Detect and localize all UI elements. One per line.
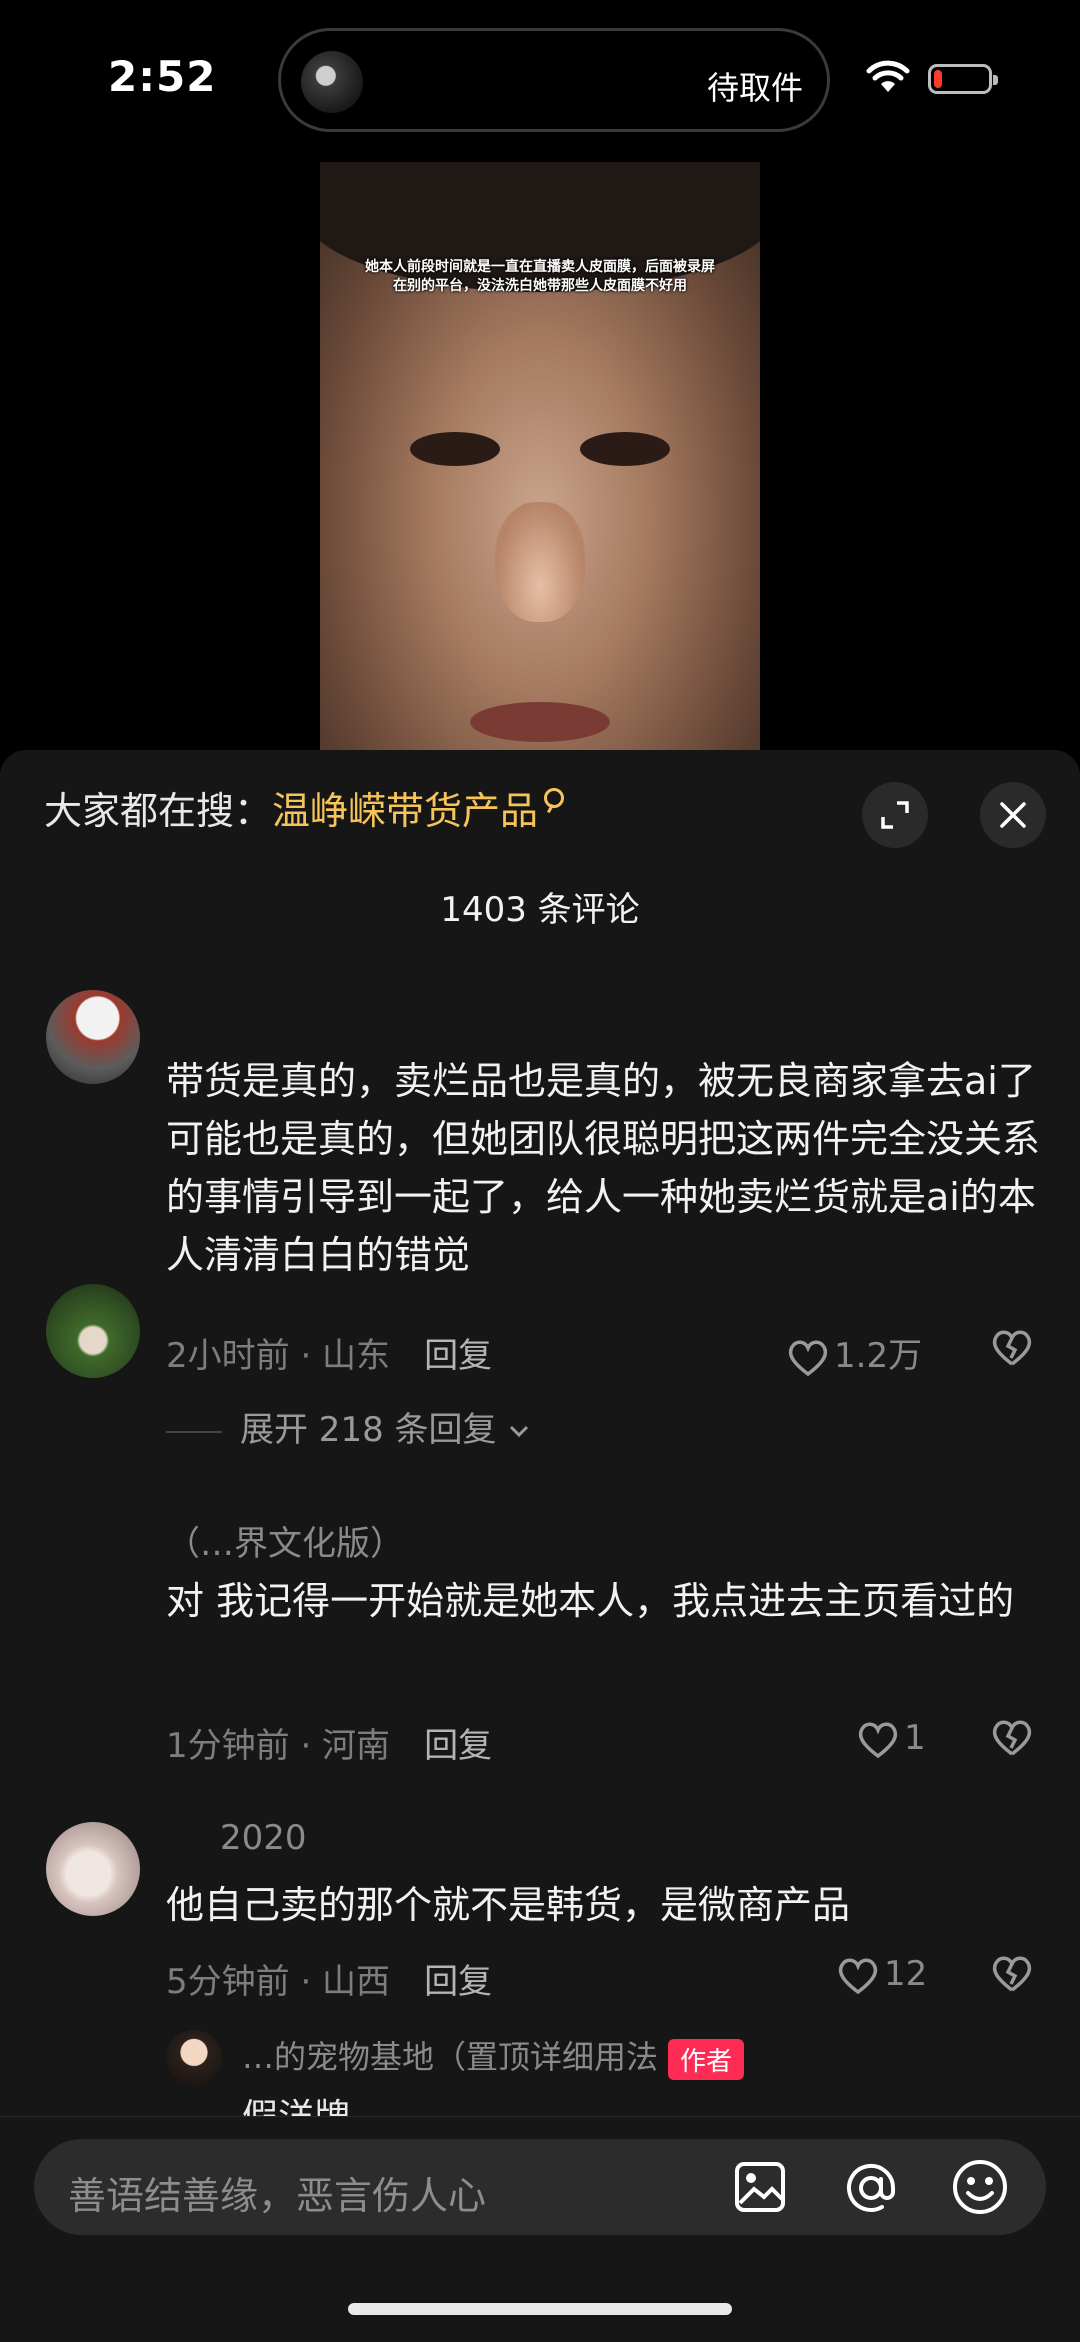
broken-heart-icon[interactable] — [990, 1328, 1034, 1368]
author-badge: 作者 — [668, 2038, 745, 2080]
like-button[interactable]: 12 — [836, 1954, 927, 1996]
video-eye-right — [580, 432, 670, 466]
expand-replies-button[interactable]: 展开 218 条回复 — [166, 1402, 531, 1451]
comment-time-location: 2小时前 · 山东 — [166, 1336, 391, 1376]
video-nose — [495, 502, 585, 622]
video-eye-left — [410, 432, 500, 466]
like-count: 1.2万 — [834, 1336, 923, 1376]
like-count: 12 — [884, 1954, 928, 1994]
close-button[interactable] — [980, 782, 1046, 848]
avatar[interactable] — [46, 990, 140, 1084]
sub-reply-username[interactable]: …的宠物基地（置顶详细用法 作者 — [242, 2032, 745, 2080]
close-icon — [1000, 802, 1026, 828]
search-prefix: 大家都在搜： — [44, 789, 273, 833]
chevron-down-icon — [510, 1425, 529, 1438]
video-player[interactable]: 她本人前段时间就是一直在直播卖人皮面膜，后面被录屏在别的平台，没法洗白她带那些人… — [320, 162, 760, 752]
comment-count: 1403 条评论 — [440, 890, 640, 930]
comment-input-placeholder: 善语结善缘，恶言伤人心 — [68, 2174, 487, 2218]
like-button[interactable]: 1.2万 — [786, 1328, 922, 1378]
comment-time-location: 1分钟前 · 河南 — [166, 1726, 391, 1766]
comment-username[interactable]: 2020 — [220, 1818, 307, 1858]
emoji-icon[interactable] — [950, 2157, 1010, 2217]
reply-button[interactable]: 回复 — [424, 1726, 492, 1766]
avatar[interactable] — [46, 1284, 140, 1378]
comment-text: 带货是真的，卖烂品也是真的，被无良商家拿去ai了可能也是真的，但她团队很聪明把这… — [166, 1059, 1041, 1277]
comment-text: 对 我记得一开始就是她本人，我点进去主页看过的 — [166, 1579, 1015, 1623]
at-icon[interactable] — [842, 2159, 900, 2217]
island-avatar — [301, 51, 363, 113]
comments-sheet: 大家都在搜：温峥嵘带货产品 1403 条评论 带货是真的，卖烂品也是真的，被无良… — [0, 750, 1080, 2341]
reply-button[interactable]: 回复 — [424, 1962, 492, 2002]
heart-icon — [858, 1722, 898, 1758]
sub-reply-avatar[interactable] — [166, 2030, 222, 2086]
expand-icon — [881, 801, 909, 829]
image-icon[interactable] — [734, 2161, 786, 2213]
comment-meta: 2小时前 · 山东 回复 — [166, 1328, 492, 1377]
search-term[interactable]: 温峥嵘带货产品 — [272, 789, 538, 833]
video-mouth — [470, 702, 610, 742]
heart-icon — [838, 1958, 878, 1994]
status-time: 2:52 — [108, 52, 217, 101]
battery-level — [934, 70, 942, 88]
heart-icon — [788, 1340, 828, 1376]
wifi-icon — [866, 60, 910, 92]
comment-username[interactable]: （…界文化版） — [166, 1516, 404, 1565]
reply-button[interactable]: 回复 — [424, 1336, 492, 1376]
search-icon — [544, 788, 565, 808]
expand-button[interactable] — [862, 782, 928, 848]
comment-meta: 1分钟前 · 河南 回复 — [166, 1718, 492, 1767]
comment-time-location: 5分钟前 · 山西 — [166, 1962, 391, 2002]
expand-replies-label: 展开 218 条回复 — [240, 1410, 497, 1450]
sub-reply-name: …的宠物基地（置顶详细用法 — [242, 2038, 659, 2076]
broken-heart-icon[interactable] — [990, 1718, 1034, 1758]
broken-heart-icon[interactable] — [990, 1954, 1034, 1994]
like-count: 1 — [904, 1718, 926, 1758]
home-indicator[interactable] — [348, 2303, 732, 2315]
dynamic-island[interactable]: 待取件 — [278, 28, 830, 132]
battery-icon — [928, 64, 998, 94]
video-caption: 她本人前段时间就是一直在直播卖人皮面膜，后面被录屏在别的平台，没法洗白她带那些人… — [365, 259, 715, 294]
comment-input[interactable]: 善语结善缘，恶言伤人心 — [34, 2139, 1046, 2235]
avatar[interactable] — [46, 1822, 140, 1916]
trending-search[interactable]: 大家都在搜：温峥嵘带货产品 — [44, 780, 565, 835]
like-button[interactable]: 1 — [856, 1718, 926, 1760]
expand-divider — [166, 1430, 222, 1433]
comment-text: 他自己卖的那个就不是韩货，是微商产品 — [166, 1883, 851, 1927]
island-label: 待取件 — [706, 69, 803, 107]
comment-meta: 5分钟前 · 山西 回复 — [166, 1954, 492, 2003]
